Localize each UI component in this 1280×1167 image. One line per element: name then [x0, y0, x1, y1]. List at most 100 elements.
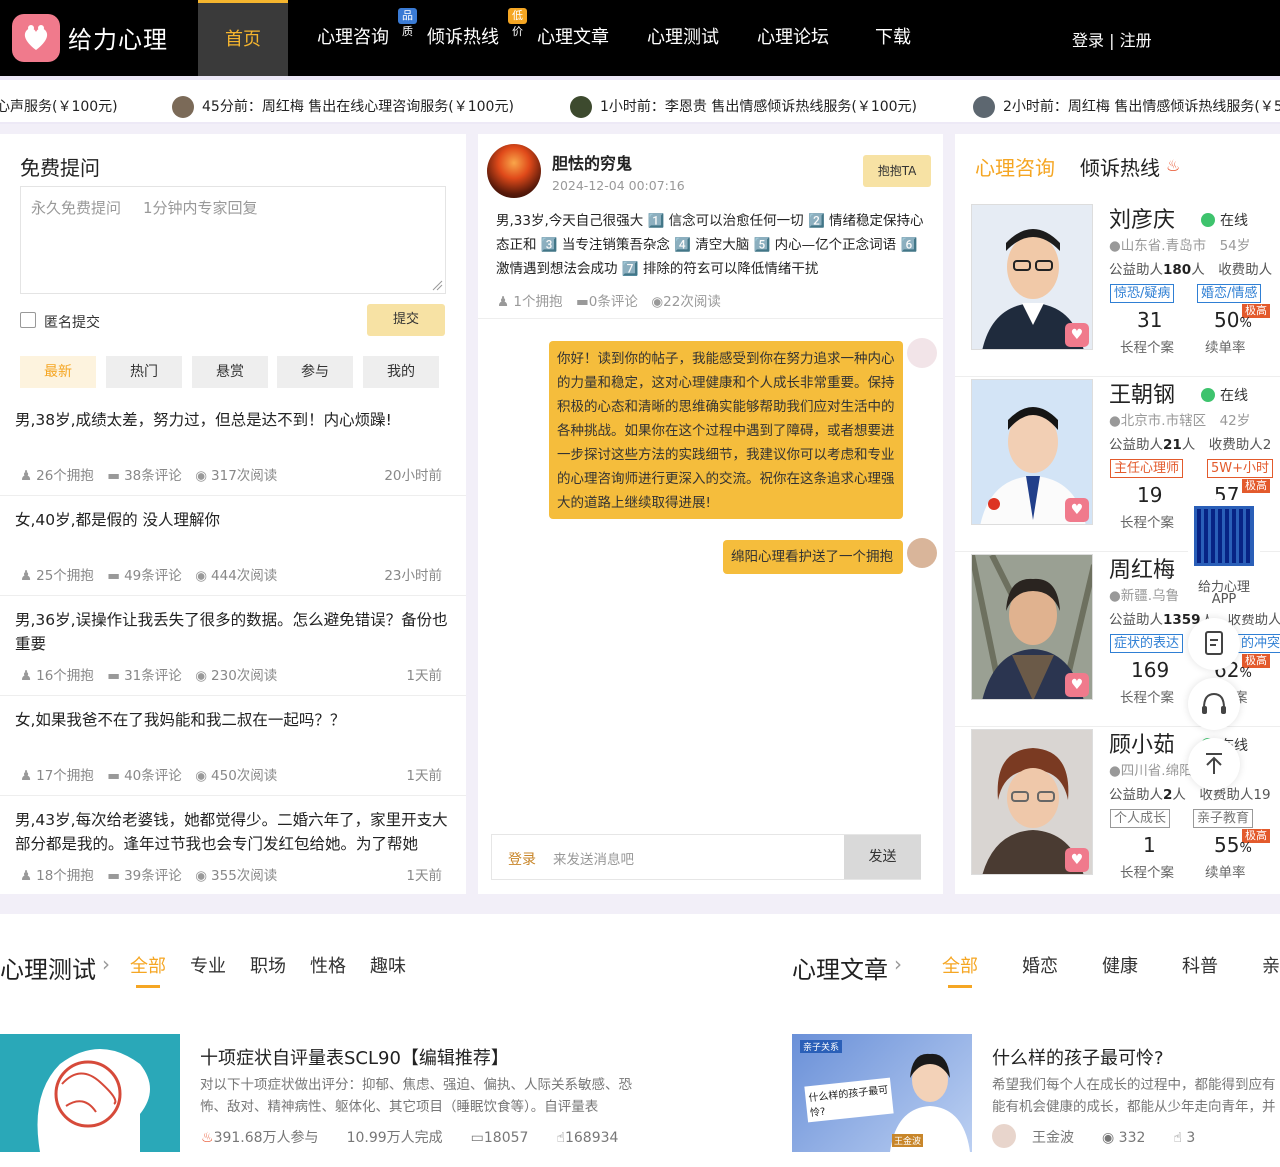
article-title[interactable]: 什么样的孩子最可怜?: [992, 1044, 1164, 1070]
nav-download[interactable]: 下载: [875, 0, 911, 76]
specialty-tag[interactable]: 症状的表达: [1110, 634, 1184, 653]
login-link[interactable]: 登录: [508, 849, 536, 869]
login-register-link[interactable]: 登录 | 注册: [1072, 27, 1152, 51]
list-item[interactable]: 女,如果我爸不在了我妈能和我二叔在一起吗？？ ♟ 17个拥抱 ▬ 40条评论 ◉ 45…: [0, 696, 466, 796]
doctor-name[interactable]: 周红梅: [1109, 552, 1175, 584]
articles-title[interactable]: 心理文章: [792, 950, 888, 985]
heart-icon[interactable]: ♥: [1065, 848, 1089, 872]
doctor-photo[interactable]: ♥: [971, 204, 1093, 350]
user-icon: ♟: [497, 294, 510, 310]
list-item[interactable]: 女,40岁,都是假的 没人理解你 ♟ 25个拥抱 ▬ 49条评论 ◉ 444次阅读 2…: [0, 496, 466, 596]
chat-icon: [1201, 213, 1215, 227]
articles-tab-all[interactable]: 全部: [942, 952, 978, 988]
doctor-location: ●山东省.青岛市 54岁: [1109, 238, 1251, 254]
hug-button[interactable]: 抱抱TA: [863, 155, 931, 187]
tab-latest[interactable]: 最新: [20, 356, 96, 388]
tests-title[interactable]: 心理测试: [0, 950, 96, 985]
author-avatar[interactable]: [992, 1124, 1016, 1148]
replier-avatar[interactable]: [907, 338, 937, 368]
chevron-right-icon[interactable]: ›: [894, 952, 902, 976]
post-title[interactable]: 男,38岁,成绩太差，努力过，但总是达不到！内心烦躁!: [15, 408, 448, 432]
specialty-tag[interactable]: 亲子教育: [1193, 809, 1254, 828]
nav-hotline[interactable]: 倾诉热线: [427, 0, 499, 76]
test-title[interactable]: 十项症状自评量表SCL90【编辑推荐】: [200, 1044, 509, 1070]
doctor-photo[interactable]: ♥: [971, 554, 1093, 700]
post-title[interactable]: 男,43岁,每次给老婆钱，她都觉得少。二婚六年了，家里开支大部分都是我的。逢年过…: [15, 808, 448, 856]
nav-forum[interactable]: 心理论坛: [757, 0, 829, 76]
customer-service-button[interactable]: [1188, 678, 1240, 730]
user-icon: ♟: [20, 768, 33, 784]
quality-badge: 品质: [398, 8, 417, 38]
tests-tab-pro[interactable]: 专业: [190, 952, 226, 978]
doctor-photo[interactable]: ♥: [971, 379, 1093, 525]
tests-tab-all[interactable]: 全部: [130, 952, 166, 988]
articles-tab-love[interactable]: 婚恋: [1022, 952, 1058, 978]
document-icon: [1205, 631, 1223, 655]
tests-tab-fun[interactable]: 趣味: [370, 952, 406, 978]
send-button[interactable]: 发送: [844, 835, 921, 879]
message-input[interactable]: 来发送消息吧: [553, 848, 634, 868]
author-name[interactable]: 胆怯的穷鬼: [552, 150, 632, 174]
app-download-widget[interactable]: 给力心理 APP: [1188, 500, 1260, 614]
articles-tab-parenting[interactable]: 亲: [1262, 952, 1280, 978]
specialty-tag[interactable]: 的冲突: [1237, 634, 1280, 653]
ticker-item: 心声服务(￥100元): [0, 99, 118, 115]
sales-ticker: 心声服务(￥100元) 45分前：周红梅 售出在线心理咨询服务(￥100元) 1…: [0, 90, 1280, 124]
post-time: 1天前: [406, 868, 442, 884]
list-item[interactable]: 男,38岁,成绩太差，努力过，但总是达不到！内心烦躁! ♟ 26个拥抱 ▬ 38条评…: [0, 396, 466, 496]
tab-mine[interactable]: 我的: [363, 356, 439, 388]
articles-tab-science[interactable]: 科普: [1182, 952, 1218, 978]
user-icon: ♟: [20, 568, 33, 584]
specialty-tag[interactable]: 惊恐/疑病: [1110, 284, 1175, 303]
article-thumbnail[interactable]: 亲子关系 什么样的孩子最可怜? 王金波: [792, 1034, 972, 1152]
sender-avatar[interactable]: [907, 538, 937, 568]
doctor-name[interactable]: 王朝钢: [1109, 377, 1175, 409]
tab-hotline[interactable]: 倾诉热线: [1080, 152, 1160, 181]
nav-home[interactable]: 首页: [198, 0, 288, 76]
location-icon: ●: [1109, 238, 1121, 254]
placeholder-text: 永久免费提问: [31, 199, 122, 217]
tests-tab-work[interactable]: 职场: [250, 952, 286, 978]
test-thumbnail[interactable]: [0, 1034, 180, 1152]
post-title[interactable]: 男,36岁,误操作让我丢失了很多的数据。怎么避免错误？备份也重要: [15, 608, 448, 656]
back-to-top-button[interactable]: [1188, 738, 1240, 790]
doctor-photo[interactable]: ♥: [971, 729, 1093, 875]
specialty-tag[interactable]: 个人成长: [1110, 809, 1171, 828]
tab-consult[interactable]: 心理咨询: [975, 152, 1055, 181]
thumb-caption: 什么样的孩子最可怜?: [804, 1077, 894, 1123]
heart-icon[interactable]: ♥: [1065, 498, 1089, 522]
tab-joined[interactable]: 参与: [277, 356, 353, 388]
resize-handle-icon[interactable]: [431, 279, 443, 291]
doctor-name[interactable]: 顾小茹: [1109, 727, 1175, 759]
list-item[interactable]: 男,36岁,误操作让我丢失了很多的数据。怎么避免错误？备份也重要 ♟ 16个拥抱 …: [0, 596, 466, 696]
tests-tab-personality[interactable]: 性格: [310, 952, 346, 978]
heart-icon[interactable]: ♥: [1065, 323, 1089, 347]
brand-name[interactable]: 给力心理: [68, 20, 168, 55]
lowprice-badge: 低价: [508, 8, 527, 38]
eye-icon: ◉: [195, 568, 208, 584]
anonymous-checkbox[interactable]: [20, 312, 36, 328]
tab-reward[interactable]: 悬赏: [192, 356, 268, 388]
nav-consult[interactable]: 心理咨询: [317, 0, 389, 76]
logo-icon[interactable]: [12, 14, 60, 62]
specialty-tag[interactable]: 婚恋/情感: [1197, 284, 1262, 303]
heart-icon[interactable]: ♥: [1065, 673, 1089, 697]
nav-articles[interactable]: 心理文章: [537, 0, 609, 76]
avatar: [973, 96, 995, 118]
specialty-tag[interactable]: 5W+小时: [1207, 459, 1274, 478]
author-avatar[interactable]: [487, 144, 541, 198]
eye-icon: ◉: [195, 468, 208, 484]
feedback-button[interactable]: [1188, 618, 1240, 670]
doctor-card[interactable]: ♥ 刘彦庆 在线 ●山东省.青岛市 54岁 公益助人180人 收费助人 惊恐/疑…: [955, 202, 1280, 377]
list-item[interactable]: 男,43岁,每次给老婆钱，她都觉得少。二婚六年了，家里开支大部分都是我的。逢年过…: [0, 796, 466, 894]
post-title[interactable]: 女,如果我爸不在了我妈能和我二叔在一起吗？？: [15, 708, 448, 732]
question-input[interactable]: 永久免费提问 1分钟内专家回复: [20, 186, 446, 294]
post-title[interactable]: 女,40岁,都是假的 没人理解你: [15, 508, 448, 532]
tab-hot[interactable]: 热门: [106, 356, 182, 388]
specialty-tag[interactable]: 主任心理师: [1110, 459, 1184, 478]
submit-button[interactable]: 提交: [367, 304, 445, 336]
articles-tab-health[interactable]: 健康: [1102, 952, 1138, 978]
doctor-name[interactable]: 刘彦庆: [1109, 202, 1175, 234]
chevron-right-icon[interactable]: ›: [102, 952, 110, 976]
nav-tests[interactable]: 心理测试: [647, 0, 719, 76]
